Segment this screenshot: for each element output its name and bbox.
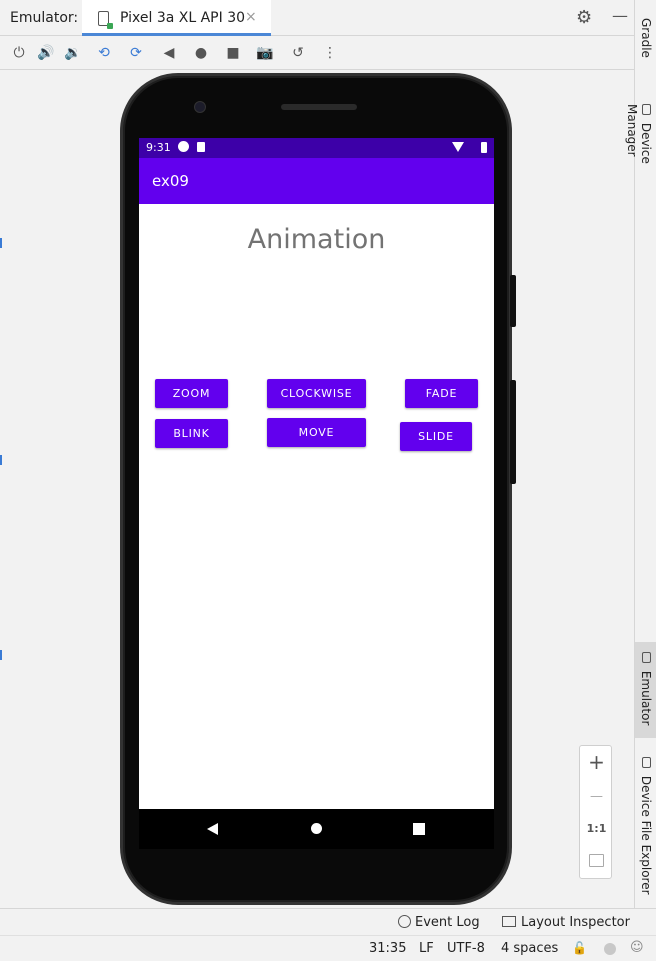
device-file-explorer-tab-label: Device File Explorer — [639, 775, 653, 895]
snapshot-icon[interactable]: ↺ — [287, 42, 309, 64]
battery-icon — [481, 142, 487, 153]
bottom-tool-bar: Event Log Layout Inspector — [0, 908, 656, 935]
device-screen[interactable]: 9:31 ex09 Animation ZOOM CLOCKWISE FADE … — [139, 138, 494, 809]
emulator-toolbar: ⏻ 🔊 🔉 ⟲ ⟳ ◀ ● ■ 📷 ↺ ⋮ — [0, 36, 634, 70]
zoom-out-button[interactable]: — — [580, 789, 613, 804]
line-ending[interactable]: LF — [419, 941, 434, 956]
right-tool-strip: Gradle Device Manager Emulator Device Fi… — [625, 0, 656, 908]
device-phone-icon — [98, 11, 113, 29]
device-tab[interactable]: Pixel 3a XL API 30 × — [82, 0, 271, 36]
close-tab-icon[interactable]: × — [245, 9, 257, 25]
power-icon[interactable]: ⏻ — [8, 42, 30, 64]
layout-inspector-label: Layout Inspector — [521, 915, 630, 930]
nav-home-icon[interactable] — [311, 823, 322, 834]
zoom-in-button[interactable]: + — [580, 750, 613, 774]
tab-device-manager[interactable]: Device Manager — [625, 100, 656, 220]
nav-recents-icon[interactable] — [413, 823, 425, 835]
edge-marker — [0, 650, 2, 660]
emulator-icon — [641, 652, 651, 663]
emulator-tab-bar: Emulator: Pixel 3a XL API 30 × ⚙ — — [0, 0, 634, 36]
back-icon[interactable]: ◀ — [158, 42, 180, 64]
power-side-button[interactable] — [510, 275, 516, 327]
rotate-right-icon[interactable]: ⟳ — [125, 42, 147, 64]
device-tab-label: Pixel 3a XL API 30 — [120, 10, 246, 26]
front-camera — [194, 101, 206, 113]
fade-button[interactable]: FADE — [405, 379, 478, 408]
ide-status-bar: 31:35 LF UTF-8 4 spaces 🔓 ☺ — [0, 935, 656, 961]
status-time: 9:31 — [146, 141, 171, 154]
app-title: ex09 — [152, 172, 189, 190]
clockwise-button[interactable]: CLOCKWISE — [267, 379, 366, 408]
rotate-left-icon[interactable]: ⟲ — [93, 42, 115, 64]
event-log-label: Event Log — [415, 915, 480, 930]
emulator-tab-label: Emulator — [639, 670, 653, 726]
inspection-icon[interactable] — [604, 943, 616, 955]
app-bar: ex09 — [139, 158, 494, 204]
event-log-icon — [398, 915, 411, 928]
indent-setting[interactable]: 4 spaces — [501, 941, 558, 956]
lock-icon[interactable]: 🔓 — [572, 941, 587, 955]
device-file-explorer-icon — [641, 757, 651, 768]
nav-back-icon[interactable] — [207, 823, 218, 835]
overview-icon[interactable]: ■ — [222, 42, 244, 64]
more-icon[interactable]: ⋮ — [319, 42, 341, 64]
layout-inspector-button[interactable]: Layout Inspector — [502, 915, 630, 930]
event-log-button[interactable]: Event Log — [398, 915, 480, 930]
minimize-icon[interactable]: — — [612, 6, 628, 25]
gradle-tab-label: Gradle — [639, 18, 653, 58]
volume-up-icon[interactable]: 🔊 — [35, 42, 57, 64]
earpiece-speaker — [281, 104, 357, 110]
android-status-bar: 9:31 — [139, 138, 494, 158]
zoom-controls: + — 1:1 — [579, 745, 612, 879]
wifi-icon — [452, 142, 464, 152]
file-encoding[interactable]: UTF-8 — [447, 941, 485, 956]
caret-position[interactable]: 31:35 — [369, 941, 406, 956]
tab-emulator[interactable]: Emulator — [635, 642, 656, 738]
android-nav-bar — [139, 809, 494, 849]
zoom-button[interactable]: ZOOM — [155, 379, 228, 408]
device-manager-icon — [641, 104, 651, 115]
tool-window-title: Emulator: — [10, 10, 79, 26]
face-icon[interactable]: ☺ — [630, 940, 644, 955]
edge-marker — [0, 455, 2, 465]
volume-down-icon[interactable]: 🔉 — [62, 42, 84, 64]
camera-icon[interactable]: 📷 — [254, 42, 276, 64]
fit-screen-icon[interactable] — [589, 854, 604, 867]
actual-size-button[interactable]: 1:1 — [580, 822, 613, 835]
move-button[interactable]: MOVE — [267, 418, 366, 447]
volume-side-button[interactable] — [510, 380, 516, 484]
blink-button[interactable]: BLINK — [155, 419, 228, 448]
gear-icon[interactable]: ⚙ — [576, 7, 592, 28]
android-studio-emulator-window: Emulator: Pixel 3a XL API 30 × ⚙ — ⏻ 🔊 🔉… — [0, 0, 656, 961]
notification-icon — [178, 141, 189, 152]
animation-heading: Animation — [247, 224, 386, 255]
home-icon[interactable]: ● — [190, 42, 212, 64]
layout-inspector-icon — [502, 916, 516, 927]
tab-device-file-explorer[interactable]: Device File Explorer — [635, 757, 656, 895]
slide-button[interactable]: SLIDE — [400, 422, 472, 451]
edge-marker — [0, 238, 2, 248]
sd-card-icon — [197, 142, 205, 152]
tab-gradle[interactable]: Gradle — [635, 14, 656, 76]
